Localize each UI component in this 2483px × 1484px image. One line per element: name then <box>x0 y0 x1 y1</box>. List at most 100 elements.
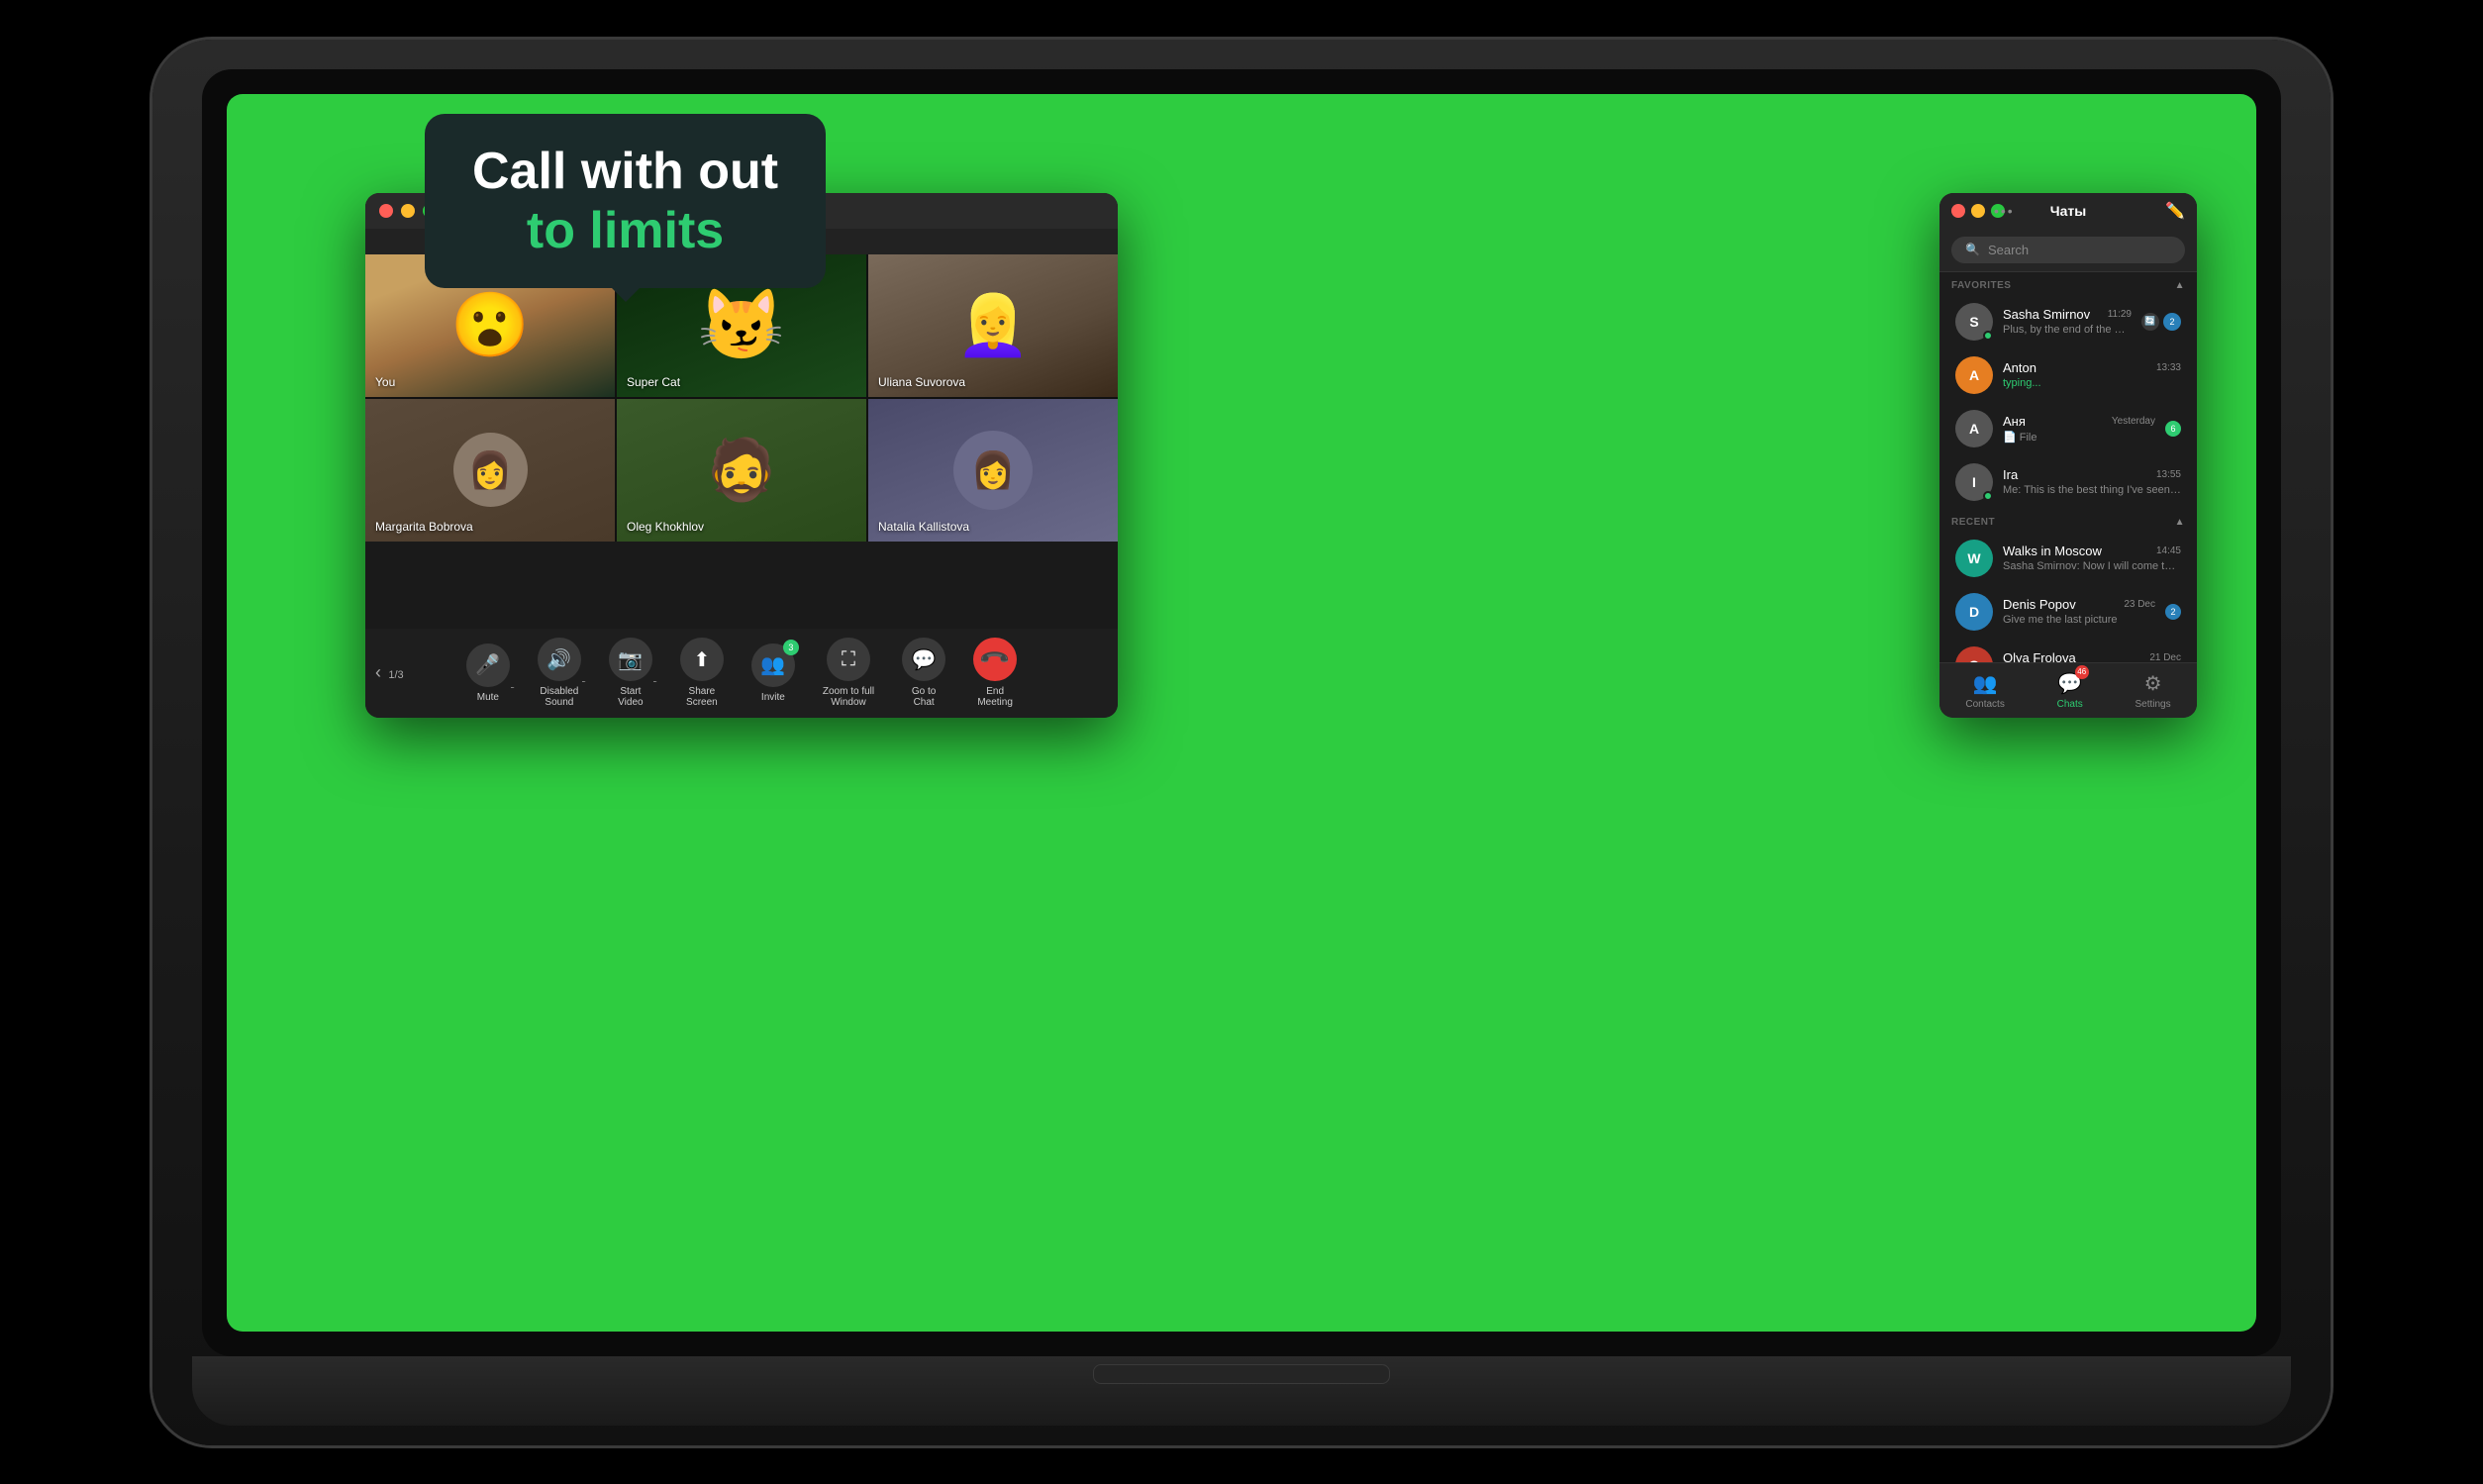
speech-bubble: Call with out to limits <box>425 114 826 288</box>
anton-preview: typing... <box>2003 377 2181 389</box>
sound-icon: 🔊 <box>538 638 581 681</box>
invite-badge: 3 <box>783 640 799 655</box>
chat-bottom-nav: 👥 Contacts 💬 Chats 46 ⚙ Settings <box>1939 662 2197 718</box>
chat-minimize-button[interactable] <box>1971 204 1985 218</box>
sasha-avatar: S <box>1955 303 1993 341</box>
search-icon: 🔍 <box>1965 243 1980 256</box>
chat-close-button[interactable] <box>1951 204 1965 218</box>
nav-contacts[interactable]: 👥 Contacts <box>1951 665 2018 716</box>
close-button[interactable] <box>379 204 393 218</box>
anya-preview: 📄 File <box>2003 431 2155 444</box>
ira-info: Ira 13:55 Me: This is the best thing I'v… <box>2003 467 2181 496</box>
search-field[interactable]: 🔍 Search <box>1951 237 2185 263</box>
anya-avatar: А <box>1955 410 1993 447</box>
invite-icon: 👥 3 <box>751 643 795 687</box>
invite-button[interactable]: 👥 3 Invite <box>740 636 807 711</box>
you-label: You <box>375 375 395 389</box>
chat-window: ••• Чаты ✏️ 🔍 Search FAVORITES <box>1939 193 2197 718</box>
search-placeholder: Search <box>1988 243 2029 257</box>
share-icon: ⬆ <box>680 638 724 681</box>
anton-info: Anton 13:33 typing... <box>2003 360 2181 389</box>
share-screen-button[interactable]: ⬆ Share Screen <box>668 630 736 716</box>
anton-avatar: A <box>1955 356 1993 394</box>
video-controls: ‹ 1/3 🎤 Mute 🔊 Disabled Sound <box>365 629 1118 718</box>
favorites-chevron: ▲ <box>2175 280 2185 291</box>
start-video-button[interactable]: 📷 Start Video <box>597 630 664 716</box>
end-label: End Meeting <box>977 686 1013 708</box>
chat-item-denis[interactable]: D Denis Popov 23 Dec Give me the last pi… <box>1943 585 2193 639</box>
chat-search-area: 🔍 Search <box>1939 229 2197 272</box>
chat-item-anton[interactable]: A Anton 13:33 typing... <box>1943 348 2193 402</box>
ira-preview: Me: This is the best thing I've seen in … <box>2003 484 2181 496</box>
you-avatar: 😮 <box>450 288 530 362</box>
natalia-label: Natalia Kallistova <box>878 520 969 534</box>
ira-name: Ira 13:55 <box>2003 467 2181 482</box>
olya-info: Olya Frolova 21 Dec No Please <box>2003 650 2181 662</box>
walks-preview: Sasha Smirnov: Now I will come to you <box>2003 560 2181 572</box>
uliana-label: Uliana Suvorova <box>878 375 965 389</box>
screen-bezel: Call with out to limits Secure video cal… <box>202 69 2281 1356</box>
chat-label: Go to Chat <box>912 686 936 708</box>
chat-edit-icon[interactable]: ✏️ <box>2165 201 2185 221</box>
video-icon: 📷 <box>609 638 652 681</box>
laptop-bottom <box>192 1356 2291 1426</box>
chat-item-walks[interactable]: W Walks in Moscow 14:45 Sasha Smirnov: N… <box>1943 532 2193 585</box>
mute-button[interactable]: 🎤 Mute <box>454 636 522 711</box>
natalia-avatar: 👩 <box>953 431 1033 510</box>
contacts-icon: 👥 <box>1973 671 1998 696</box>
chat-item-ira[interactable]: I Ira 13:55 Me: This is the best thing I… <box>1943 455 2193 509</box>
minimize-button[interactable] <box>401 204 415 218</box>
zoom-button[interactable]: ⛶ Zoom to full Window <box>811 630 886 716</box>
video-label: Start Video <box>618 686 643 708</box>
recent-chevron: ▲ <box>2175 517 2185 528</box>
video-cell-oleg: 🧔 Oleg Khokhlov <box>617 399 866 542</box>
walks-info: Walks in Moscow 14:45 Sasha Smirnov: Now… <box>2003 544 2181 572</box>
chat-item-sasha[interactable]: S Sasha Smirnov 11:29 Plus, by the end o… <box>1943 295 2193 348</box>
sasha-actions: 🔄 2 <box>2141 313 2181 331</box>
end-icon: 📞 <box>964 629 1026 690</box>
nav-text: 1/3 <box>388 669 403 681</box>
sasha-badge: 2 <box>2163 313 2181 331</box>
go-to-chat-button[interactable]: 💬 Go to Chat <box>890 630 957 716</box>
anya-info: Аня Yesterday 📄 File <box>2003 414 2155 444</box>
video-cell-natalia: 👩 Natalia Kallistova <box>868 399 1118 542</box>
sound-label: Disabled Sound <box>540 686 578 708</box>
supercat-label: Super Cat <box>627 375 680 389</box>
icon-1: 🔄 <box>2141 313 2159 331</box>
chat-icon: 💬 <box>902 638 945 681</box>
chat-titlebar: ••• Чаты ✏️ <box>1939 193 2197 229</box>
video-cell-uliana: 👱‍♀️ Uliana Suvorova <box>868 254 1118 397</box>
chat-menu-dots[interactable]: ••• <box>1994 203 2015 219</box>
end-meeting-button[interactable]: 📞 End Meeting <box>961 630 1029 716</box>
anton-name: Anton 13:33 <box>2003 360 2181 375</box>
uliana-avatar: 👱‍♀️ <box>956 290 1031 360</box>
olya-name: Olya Frolova 21 Dec <box>2003 650 2181 662</box>
denis-avatar: D <box>1955 593 1993 631</box>
online-indicator <box>1983 331 1993 341</box>
olya-avatar: O <box>1955 646 1993 662</box>
zoom-label: Zoom to full Window <box>823 686 874 708</box>
screen-content: Call with out to limits Secure video cal… <box>227 94 2256 1332</box>
ira-online <box>1983 491 1993 501</box>
video-cell-margarita: 👩 Margarita Bobrova <box>365 399 615 542</box>
settings-icon: ⚙ <box>2144 671 2162 696</box>
sasha-info: Sasha Smirnov 11:29 Plus, by the end of … <box>2003 307 2132 336</box>
sasha-name: Sasha Smirnov 11:29 <box>2003 307 2132 322</box>
nav-settings[interactable]: ⚙ Settings <box>2121 665 2184 716</box>
anya-name: Аня Yesterday <box>2003 414 2155 429</box>
walks-avatar: W <box>1955 540 1993 577</box>
chat-item-olya[interactable]: O Olya Frolova 21 Dec No Please <box>1943 639 2193 662</box>
oleg-label: Oleg Khokhlov <box>627 520 704 534</box>
sasha-preview: Plus, by the end of the week we will be … <box>2003 324 2132 336</box>
chat-item-anya[interactable]: А Аня Yesterday 📄 File 6 <box>1943 402 2193 455</box>
chat-window-title: Чаты <box>2050 203 2086 219</box>
page-indicator: ‹ 1/3 <box>375 662 404 683</box>
share-label: Share Screen <box>686 686 718 708</box>
ira-avatar: I <box>1955 463 1993 501</box>
denis-info: Denis Popov 23 Dec Give me the last pict… <box>2003 597 2155 626</box>
walks-name: Walks in Moscow 14:45 <box>2003 544 2181 558</box>
bubble-line2: to limits <box>472 201 778 260</box>
oleg-avatar: 🧔 <box>705 435 779 505</box>
sound-button[interactable]: 🔊 Disabled Sound <box>526 630 593 716</box>
denis-badge: 2 <box>2165 604 2181 620</box>
